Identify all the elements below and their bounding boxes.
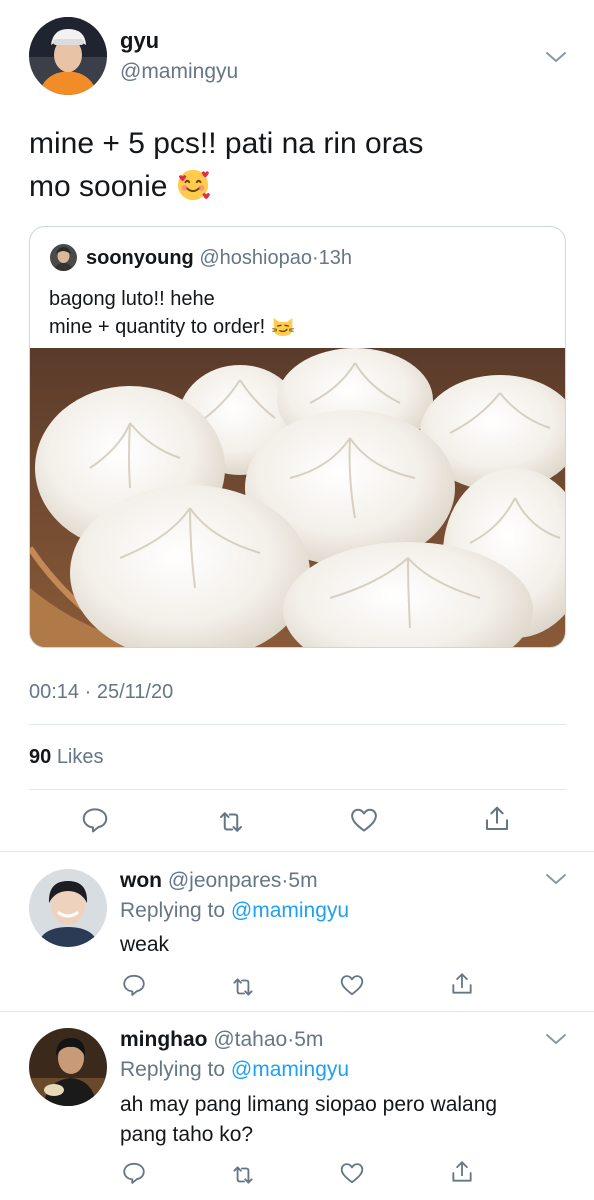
avatar [50, 244, 77, 271]
share-icon[interactable] [449, 971, 475, 997]
reply-text: ah may pang limang siopao pero walang pa… [120, 1090, 560, 1150]
chevron-down-icon[interactable] [545, 1032, 567, 1046]
replying-to-label: Replying to [120, 899, 226, 922]
quote-text-line: bagong luto!! hehe [49, 288, 215, 310]
like-icon[interactable] [349, 805, 379, 835]
replying-to-link[interactable]: @mamingyu [231, 1058, 349, 1081]
reply-author-name[interactable]: won [120, 869, 162, 892]
tweet-text-line-content: mo soonie [29, 170, 168, 203]
quoted-tweet[interactable]: soonyoung @hoshiopao·13h bagong luto!! h… [29, 226, 566, 648]
author-name[interactable]: gyu [120, 28, 159, 54]
quote-author-handle: @hoshiopao [199, 247, 312, 269]
reply-header: minghao @tahao·5m [120, 1028, 323, 1052]
reply-text: weak [120, 933, 170, 956]
quote-header: soonyoung @hoshiopao·13h [86, 247, 352, 270]
quote-text-line-2: mine + quantity to order! [49, 313, 295, 341]
replying-to-link[interactable]: @mamingyu [231, 899, 349, 922]
quote-author-name: soonyoung [86, 247, 194, 269]
chevron-down-icon[interactable] [545, 50, 567, 64]
divider [29, 724, 566, 725]
smirking-cat-face-icon [271, 314, 295, 338]
divider [0, 1011, 594, 1012]
retweet-icon[interactable] [230, 1162, 256, 1188]
quote-media-image[interactable] [30, 348, 565, 647]
reply-icon[interactable] [80, 805, 110, 835]
replying-to: Replying to @mamingyu [120, 899, 349, 923]
quote-text: bagong luto!! hehe mine + quantity to or… [49, 285, 295, 341]
replying-to: Replying to @mamingyu [120, 1058, 349, 1082]
divider [0, 851, 594, 852]
tweet-timestamp[interactable]: 00:14 · 25/11/20 [29, 681, 173, 704]
avatar[interactable] [29, 17, 107, 95]
separator: · [311, 247, 319, 269]
likes-label: Likes [56, 746, 104, 768]
chevron-down-icon[interactable] [545, 872, 567, 886]
quote-time: 13h [318, 247, 352, 269]
reply-icon[interactable] [121, 1160, 147, 1186]
reply-time[interactable]: 5m [288, 869, 317, 892]
tweet-text: mine + 5 pcs!! pati na rin oras mo sooni… [29, 122, 569, 208]
likes-count[interactable]: 90 Likes [29, 746, 104, 769]
reply-author-name[interactable]: minghao [120, 1028, 208, 1051]
avatar[interactable] [29, 869, 107, 947]
share-icon[interactable] [482, 804, 512, 834]
author-handle[interactable]: @mamingyu [120, 60, 238, 84]
reply-author-handle[interactable]: @jeonpares [168, 869, 282, 892]
reply-text-line: ah may pang limang siopao pero walang [120, 1093, 498, 1116]
replying-to-label: Replying to [120, 1058, 226, 1081]
divider [29, 789, 566, 790]
reply-time[interactable]: 5m [294, 1028, 323, 1051]
reply-icon[interactable] [121, 972, 147, 998]
smiling-face-with-hearts-icon [176, 168, 210, 202]
avatar[interactable] [29, 1028, 107, 1106]
tweet-text-line-2: mo soonie [29, 165, 569, 208]
reply-text-line-2: pang taho ko? [120, 1123, 254, 1146]
reply-author-handle[interactable]: @tahao [213, 1028, 287, 1051]
share-icon[interactable] [449, 1159, 475, 1185]
quote-text-line-content: mine + quantity to order! [49, 316, 266, 338]
retweet-icon[interactable] [230, 974, 256, 1000]
like-icon[interactable] [339, 972, 365, 998]
tweet-text-line: mine + 5 pcs!! pati na rin oras [29, 127, 424, 160]
likes-number: 90 [29, 746, 52, 768]
retweet-icon[interactable] [216, 807, 246, 837]
reply-header: won @jeonpares·5m [120, 869, 318, 893]
like-icon[interactable] [339, 1160, 365, 1186]
